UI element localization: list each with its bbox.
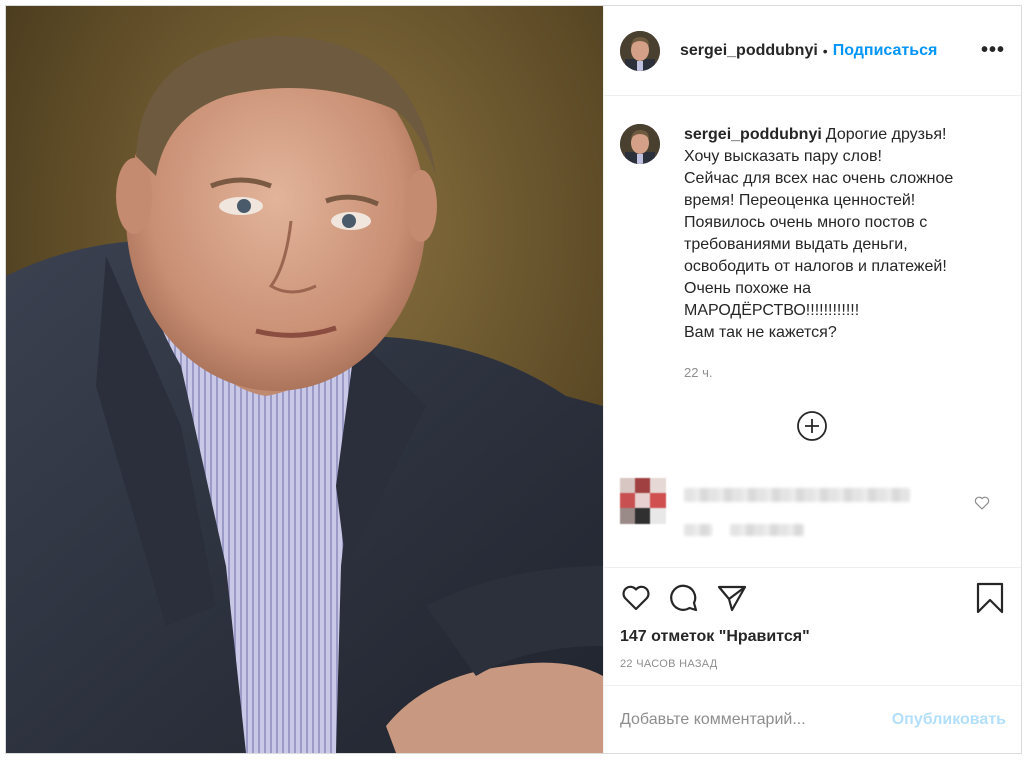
caption-text: sergei_poddubnyi Дорогие друзья! Хочу выс… — [684, 124, 984, 384]
caption-line: МАРОДЁРСТВО!!!!!!!!!!!! — [684, 302, 860, 319]
caption-line: требованиями выдать деньги, — [684, 236, 908, 253]
blurred-comment — [620, 472, 1010, 536]
caption-line: Очень похоже на — [684, 280, 811, 297]
caption-username[interactable]: sergei_poddubnyi — [684, 126, 822, 143]
follow-button[interactable]: Подписаться — [833, 42, 938, 60]
share-icon[interactable] — [716, 582, 748, 614]
post-container: sergei_poddubnyi • Подписаться ••• serge… — [5, 5, 1022, 754]
blurred-text — [684, 488, 910, 502]
heart-icon[interactable] — [974, 495, 990, 511]
caption-line: Сейчас для всех нас очень сложное — [684, 170, 954, 187]
heart-icon[interactable] — [620, 582, 652, 614]
caption-line: освободить от налогов и платежей! — [684, 258, 947, 275]
separator-dot: • — [822, 42, 828, 59]
avatar-photo — [620, 124, 660, 164]
avatar-photo — [620, 30, 660, 71]
post-image[interactable] — [6, 6, 603, 753]
more-options-icon[interactable]: ••• — [981, 39, 1005, 62]
header-username[interactable]: sergei_poddubnyi — [680, 42, 818, 60]
caption-line: время! Переоценка ценностей! — [684, 192, 916, 209]
comment-input[interactable] — [620, 711, 892, 729]
publish-button[interactable]: Опубликовать — [892, 711, 1006, 729]
likes-count[interactable]: 147 отметок "Нравится" — [620, 628, 810, 646]
caption-line: Вам так не кажется? — [684, 324, 837, 341]
bookmark-icon[interactable] — [974, 582, 1006, 614]
post-timestamp[interactable]: 22 ЧАСОВ НАЗАД — [620, 658, 718, 670]
caption-line: Появилось очень много постов с — [684, 214, 928, 231]
caption-line: Хочу высказать пару слов! — [684, 148, 882, 165]
post-header: sergei_poddubnyi • Подписаться ••• — [604, 6, 1021, 96]
avatar[interactable] — [620, 30, 660, 71]
caption-avatar[interactable] — [620, 124, 660, 164]
caption-time[interactable]: 22 ч. — [684, 362, 984, 384]
blurred-text — [730, 524, 804, 536]
actions-section: 147 отметок "Нравится" 22 ЧАСОВ НАЗАД Оп… — [604, 567, 1021, 753]
plus-circle-icon[interactable] — [796, 410, 828, 442]
caption: sergei_poddubnyi Дорогие друзья! Хочу выс… — [620, 124, 984, 384]
post-sidebar: sergei_poddubnyi • Подписаться ••• serge… — [603, 6, 1021, 753]
action-bar — [620, 582, 748, 614]
blurred-avatar — [620, 478, 666, 524]
comment-icon[interactable] — [668, 582, 700, 614]
blurred-text — [684, 524, 712, 536]
comment-box: Опубликовать — [604, 685, 1021, 753]
caption-line: sergei_poddubnyi Дорогие друзья! — [684, 124, 984, 146]
portrait-photo — [6, 6, 603, 753]
caption-line-text: Дорогие друзья! — [825, 126, 947, 143]
